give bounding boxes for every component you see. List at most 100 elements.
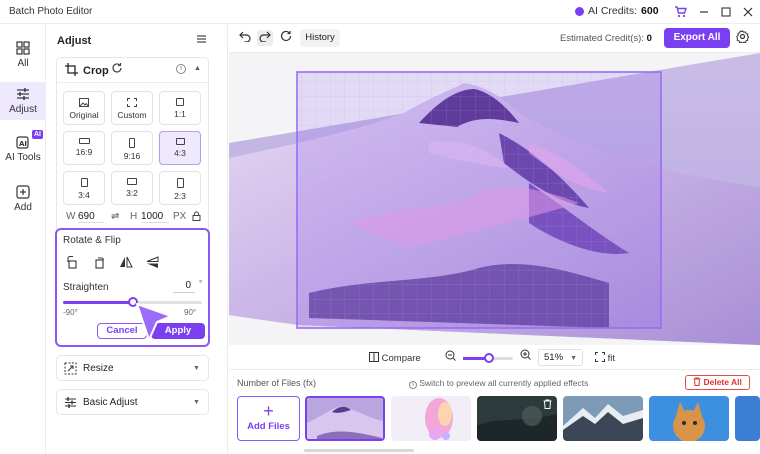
zoom-slider-handle[interactable] <box>483 353 494 363</box>
trash-icon[interactable] <box>543 399 552 412</box>
undo-icon[interactable] <box>237 30 253 46</box>
file-thumbnail[interactable] <box>391 396 471 441</box>
rail-item-add[interactable]: Add <box>0 180 46 218</box>
rotate-right-icon[interactable] <box>90 253 108 271</box>
reset-icon[interactable] <box>111 62 123 77</box>
resize-label: Resize <box>83 363 114 374</box>
lock-icon[interactable] <box>192 211 201 224</box>
add-files-label: Add Files <box>247 421 290 432</box>
svg-text:AI: AI <box>19 140 27 148</box>
ratio-label: 1:1 <box>174 109 186 119</box>
ratio-1-1[interactable]: 1:1 <box>159 91 201 125</box>
strip-scrollbar[interactable] <box>304 449 414 452</box>
ratio-3-2[interactable]: 3:2 <box>111 171 153 205</box>
crop-label: Crop <box>83 65 109 77</box>
ratio-9-16[interactable]: 9:16 <box>111 131 153 165</box>
flip-horizontal-icon[interactable] <box>117 253 135 271</box>
cart-icon[interactable] <box>672 4 688 20</box>
image-canvas[interactable] <box>229 53 760 345</box>
straighten-input[interactable]: 0 <box>173 279 195 293</box>
ratio-4-3[interactable]: 4:3 <box>159 131 201 165</box>
maximize-icon[interactable] <box>718 4 734 20</box>
zoom-out-icon[interactable] <box>445 350 456 364</box>
add-files-button[interactable]: + Add Files <box>237 396 300 441</box>
zoom-in-icon[interactable] <box>520 349 531 363</box>
ratio-label: 3:4 <box>78 190 90 200</box>
minimize-icon[interactable] <box>696 4 712 20</box>
ai-badge: AI <box>32 130 43 139</box>
file-thumbnail[interactable] <box>305 396 385 441</box>
trash-icon <box>693 377 701 386</box>
ai-tools-icon: AI <box>16 136 29 149</box>
rail-label-adjust: Adjust <box>9 104 37 115</box>
rail-item-ai-tools[interactable]: AI AI AI Tools <box>0 130 46 168</box>
rail-item-adjust[interactable]: Adjust <box>0 82 46 120</box>
info-icon: i <box>409 381 417 389</box>
sliders-icon <box>17 88 29 100</box>
flip-vertical-icon[interactable] <box>144 253 162 271</box>
file-thumbnail[interactable] <box>563 396 643 441</box>
rotate-left-icon[interactable] <box>63 253 81 271</box>
compare-label: Compare <box>381 353 421 364</box>
ai-credits: AI Credits: 600 <box>575 5 659 17</box>
ratio-original[interactable]: Original <box>63 91 105 125</box>
history-button[interactable]: History <box>300 29 340 47</box>
fit-icon <box>595 352 605 362</box>
file-thumbnail[interactable] <box>649 396 729 441</box>
preview-image <box>229 53 760 345</box>
ratio-shape-icon <box>127 178 137 185</box>
basic-adjust-section[interactable]: Basic Adjust ▼ <box>56 389 209 415</box>
chevron-down-icon: ▼ <box>193 399 200 406</box>
refresh-icon[interactable] <box>278 30 294 46</box>
rail-label-ai-tools: AI Tools <box>5 152 41 163</box>
ratio-label: 9:16 <box>123 151 141 161</box>
estimated-credits: Estimated Credit(s): 0 <box>560 33 652 44</box>
file-thumbnail[interactable] <box>735 396 760 441</box>
width-label: W <box>66 211 76 222</box>
add-box-icon <box>16 185 30 199</box>
zoom-level-value: 51% <box>544 352 564 363</box>
slider-fill <box>63 301 133 304</box>
zoom-slider[interactable] <box>463 353 513 363</box>
compare-button[interactable]: Compare <box>369 352 421 364</box>
resize-section[interactable]: Resize ▼ <box>56 355 209 381</box>
info-icon[interactable]: i <box>176 64 186 74</box>
file-thumbnail[interactable] <box>477 396 557 441</box>
app-title: Batch Photo Editor <box>9 6 93 17</box>
chevron-up-icon[interactable]: ▲ <box>194 65 201 72</box>
ratio-3-4[interactable]: 3:4 <box>63 171 105 205</box>
ratio-16-9[interactable]: 16:9 <box>63 131 105 165</box>
delete-all-button[interactable]: Delete All <box>685 375 750 390</box>
chevron-down-icon: ▼ <box>570 355 577 362</box>
delete-all-label: Delete All <box>703 377 742 387</box>
file-count-label: Number of Files (fx) <box>237 378 317 388</box>
custom-crop-icon <box>127 98 137 107</box>
link-icon[interactable]: ⇌ <box>111 211 119 222</box>
height-value: 1000 <box>141 211 164 222</box>
resize-icon <box>64 362 77 375</box>
gear-icon[interactable] <box>736 29 750 46</box>
ai-credits-value: 600 <box>641 5 659 17</box>
fit-button[interactable]: fit <box>595 352 615 364</box>
ratio-2-3[interactable]: 2:3 <box>159 171 201 205</box>
panel-menu-icon[interactable] <box>196 33 207 47</box>
crop-header[interactable]: Crop i ▲ <box>57 58 208 83</box>
height-label: H <box>130 211 138 222</box>
width-input[interactable]: 690 <box>78 211 104 223</box>
rail-item-all[interactable]: All <box>0 36 46 74</box>
straighten-slider[interactable] <box>63 297 202 307</box>
height-input[interactable]: 1000 <box>141 211 169 223</box>
close-icon[interactable] <box>740 4 756 20</box>
ai-credits-label: AI Credits: <box>588 5 638 17</box>
ratio-custom[interactable]: Custom <box>111 91 153 125</box>
redo-icon[interactable] <box>257 30 273 46</box>
export-all-button[interactable]: Export All <box>664 28 730 48</box>
title-bar: Batch Photo Editor AI Credits: 600 <box>0 0 760 24</box>
grid-icon <box>16 41 30 55</box>
zoom-level-select[interactable]: 51% ▼ <box>538 349 583 366</box>
ratio-label: Original <box>69 110 99 120</box>
ratio-label: 3:2 <box>126 188 138 198</box>
ratio-label: Custom <box>117 110 147 120</box>
editor-toolbar: History Estimated Credit(s): 0 Export Al… <box>229 24 760 53</box>
ratio-label: 16:9 <box>75 147 93 157</box>
